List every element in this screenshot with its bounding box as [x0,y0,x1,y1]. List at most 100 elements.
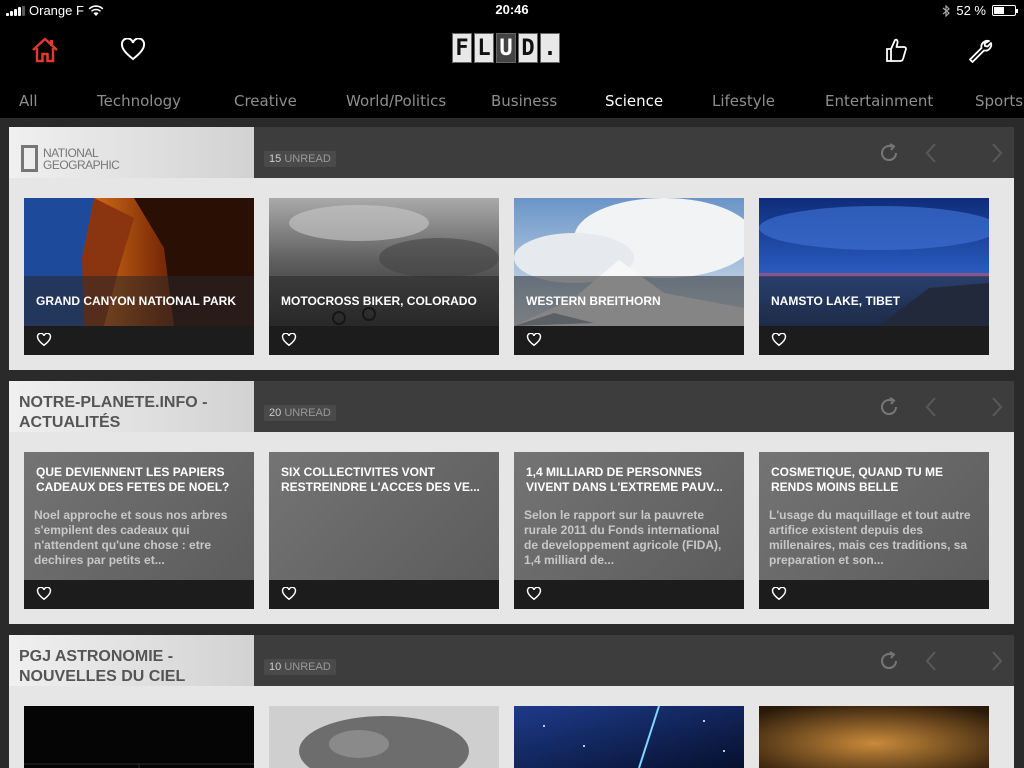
logo-letter: . [540,33,560,63]
yellow-frame-icon [21,145,38,172]
heart-icon[interactable] [771,587,787,601]
article-title: QUE DEVIENNENT LES PAPIERS CADEAUX DES F… [36,465,230,494]
tab-creative[interactable]: Creative [234,92,297,110]
card-footer [514,580,744,609]
logo-letter: L [474,33,494,63]
article-card[interactable]: QUE DEVIENNENT LES PAPIERS CADEAUX DES F… [24,452,254,609]
card-footer [514,326,744,355]
logo-line: GEOGRAPHIC [43,157,120,172]
heart-icon[interactable] [526,587,542,601]
article-excerpt: Selon le rapport sur la pauvrete rurale … [524,508,722,567]
card-footer [269,580,499,609]
tab-science[interactable]: Science [605,92,663,110]
tab-lifestyle[interactable]: Lifestyle [712,92,775,110]
status-bar: Orange F 20:46 52 % [0,0,1024,20]
section-title: NOUVELLES DU CIEL [19,668,186,685]
article-title: 1,4 MILLIARD DE PERSONNES VIVENT DANS L'… [526,465,723,494]
unread-badge: 15 UNREAD [264,151,336,167]
section-toolbar: 10 UNREAD [254,635,1014,686]
category-tabs: All Technology Creative World/Politics B… [0,88,1024,114]
article-card[interactable]: 1,4 MILLIARD DE PERSONNES VIVENT DANS L'… [514,452,744,609]
logo-letter: D [518,33,538,63]
chevron-left-icon[interactable] [920,141,944,165]
section-header[interactable]: NOTRE-PLANETE.INFO - ACTUALITÉS [9,381,254,432]
tab-sports[interactable]: Sports [975,92,1023,110]
app-toolbar: F L U D . [0,20,1024,82]
wrench-icon [969,39,993,63]
article-card[interactable]: MOTOCROSS BIKER, COLORADO [269,198,499,355]
section-header[interactable]: NATIONAL GEOGRAPHIC [9,127,254,178]
starfield-photo[interactable] [514,706,744,768]
heart-icon[interactable] [771,333,787,347]
card-footer [269,326,499,355]
article-card[interactable]: WESTERN BREITHORN [514,198,744,355]
clock: 20:46 [495,2,529,17]
chevron-right-icon[interactable] [984,141,1008,165]
article-card[interactable]: GRAND CANYON NATIONAL PARK [24,198,254,355]
fire-photo[interactable] [759,706,989,768]
tab-all[interactable]: All [19,92,38,110]
battery-percent: 52 % [956,3,986,18]
heart-icon[interactable] [36,333,52,347]
logo-line: NATIONAL [43,145,99,160]
bluetooth-icon [942,4,951,17]
tab-business[interactable]: Business [491,92,557,110]
chevron-right-icon[interactable] [984,649,1008,673]
article-card[interactable]: COSMETIQUE, QUAND TU ME RENDS MOINS BELL… [759,452,989,609]
status-right: 52 % [942,3,1018,18]
unread-badge: 10 UNREAD [264,659,336,675]
logo-letter: U [496,33,516,63]
heart-icon[interactable] [281,333,297,347]
section-title: NOTRE-PLANETE.INFO - [19,394,208,411]
card-footer [24,580,254,609]
chevron-left-icon[interactable] [920,395,944,419]
feed-list[interactable]: NATIONAL GEOGRAPHIC 15 UNREAD GRAND CANY… [0,118,1024,768]
card-caption: MOTOCROSS BIKER, COLORADO [269,276,499,326]
chevron-right-icon[interactable] [984,395,1008,419]
section-title: PGJ ASTRONOMIE - [19,648,174,665]
section-toolbar: 15 UNREAD [254,127,1014,178]
heart-icon[interactable] [281,587,297,601]
article-title: SIX COLLECTIVITES VONT RESTREINDRE L'ACC… [281,465,480,494]
section-toolbar: 20 UNREAD [254,381,1014,432]
card-caption: NAMSTO LAKE, TIBET [759,276,989,326]
feed-section-notre-planete: NOTRE-PLANETE.INFO - ACTUALITÉS 20 UNREA… [9,381,1014,624]
chevron-left-icon[interactable] [920,649,944,673]
card-footer [24,326,254,355]
card-caption: GRAND CANYON NATIONAL PARK [24,276,254,326]
refresh-icon[interactable] [877,649,901,673]
tab-technology[interactable]: Technology [97,92,181,110]
battery-icon [992,5,1018,16]
article-excerpt: L'usage du maquillage et tout autre arti… [769,508,971,567]
article-excerpt: Noel approche et sous nos arbres s'empil… [34,508,228,567]
refresh-icon[interactable] [877,395,901,419]
home-icon [32,37,58,63]
tab-world-politics[interactable]: World/Politics [346,92,446,110]
meteorite-photo[interactable] [269,706,499,768]
like-button[interactable] [880,34,912,66]
section-header[interactable]: PGJ ASTRONOMIE - NOUVELLES DU CIEL [9,635,254,686]
astronomy-photo[interactable] [24,706,254,768]
favorites-button[interactable] [117,34,149,66]
feed-section-pgj-astronomie: PGJ ASTRONOMIE - NOUVELLES DU CIEL 10 UN… [9,635,1014,768]
section-title: ACTUALITÉS [19,414,121,431]
settings-button[interactable] [964,34,996,66]
heart-icon[interactable] [526,333,542,347]
logo-letter: F [452,33,472,63]
unread-badge: 20 UNREAD [264,405,336,421]
refresh-icon[interactable] [877,141,901,165]
tab-entertainment[interactable]: Entertainment [825,92,933,110]
flud-logo: F L U D . [452,33,560,63]
card-caption: WESTERN BREITHORN [514,276,744,326]
national-geographic-logo: NATIONAL GEOGRAPHIC [21,145,120,172]
article-title: COSMETIQUE, QUAND TU ME RENDS MOINS BELL… [771,465,944,494]
home-button[interactable] [29,34,61,66]
article-card[interactable]: SIX COLLECTIVITES VONT RESTREINDRE L'ACC… [269,452,499,609]
card-footer [759,326,989,355]
feed-section-national-geographic: NATIONAL GEOGRAPHIC 15 UNREAD GRAND CANY… [9,127,1014,370]
thumbs-up-icon [886,38,907,62]
heart-icon[interactable] [36,587,52,601]
card-footer [759,580,989,609]
heart-icon [120,38,146,61]
article-card[interactable]: NAMSTO LAKE, TIBET [759,198,989,355]
